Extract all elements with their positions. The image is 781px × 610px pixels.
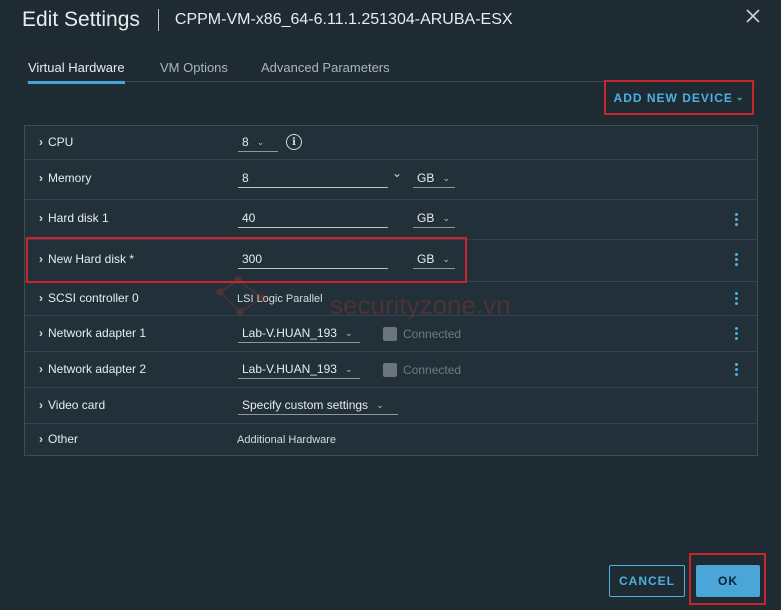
row-toggle-network-adapter-2[interactable]: › Network adapter 2 xyxy=(39,362,146,376)
row-hard-disk-1: › Hard disk 1 40 GB ⌄ xyxy=(25,200,757,240)
network-adapter-2-select[interactable]: Lab-V.HUAN_193 ⌄ xyxy=(238,362,360,379)
network-adapter-2-label: Network adapter 2 xyxy=(48,362,147,376)
tab-bar: Virtual Hardware VM Options Advanced Par… xyxy=(26,58,755,84)
row-toggle-memory[interactable]: › Memory xyxy=(39,171,91,185)
memory-label: Memory xyxy=(48,171,92,185)
new-hard-disk-input[interactable]: 300 xyxy=(238,252,388,269)
new-hard-disk-label: New Hard disk * xyxy=(48,252,135,266)
row-other: › Other Additional Hardware xyxy=(25,424,757,457)
chevron-right-icon: › xyxy=(39,171,43,185)
row-new-hard-disk: › New Hard disk * 300 GB ⌄ xyxy=(25,240,757,282)
add-new-device-button[interactable]: ADD NEW DEVICE ⌄ xyxy=(604,80,754,115)
dialog-header: Edit Settings CPPM-VM-x86_64-6.11.1.2513… xyxy=(22,4,513,36)
chevron-down-icon: ⌄ xyxy=(442,253,450,264)
new-hard-disk-unit-select[interactable]: GB ⌄ xyxy=(413,252,455,269)
more-actions-icon[interactable] xyxy=(735,253,739,267)
video-card-label: Video card xyxy=(48,398,106,412)
memory-unit: GB xyxy=(417,171,435,185)
hard-disk-1-label: Hard disk 1 xyxy=(48,211,109,225)
connected-label: Connected xyxy=(403,327,462,341)
chevron-down-icon: ⌄ xyxy=(256,136,265,147)
chevron-down-icon: ⌄ xyxy=(442,172,450,183)
row-toggle-cpu[interactable]: › CPU xyxy=(39,135,73,149)
row-toggle-video-card[interactable]: › Video card xyxy=(39,398,105,412)
chevron-right-icon: › xyxy=(39,135,43,149)
title-divider xyxy=(157,9,159,31)
row-toggle-other[interactable]: › Other xyxy=(39,432,78,446)
row-memory: › Memory 8 ⌄ GB ⌄ xyxy=(25,160,757,200)
chevron-right-icon: › xyxy=(39,326,43,340)
close-icon[interactable] xyxy=(745,8,761,24)
connected-checkbox[interactable] xyxy=(383,363,397,377)
cpu-label: CPU xyxy=(48,135,74,149)
hard-disk-1-value: 40 xyxy=(242,211,256,225)
virtual-hardware-table: › CPU 8 ⌄ i › Memory 8 ⌄ GB ⌄ › Hard dis… xyxy=(24,125,758,456)
info-icon[interactable]: i xyxy=(286,134,302,150)
memory-dropdown-icon[interactable]: ⌄ xyxy=(392,166,402,180)
more-actions-icon[interactable] xyxy=(735,327,739,341)
ok-label: OK xyxy=(718,574,738,588)
ok-button[interactable]: OK xyxy=(696,565,760,597)
row-toggle-hard-disk-1[interactable]: › Hard disk 1 xyxy=(39,211,109,225)
other-label: Other xyxy=(48,432,79,446)
tab-vm-options[interactable]: VM Options xyxy=(160,60,228,81)
row-scsi-controller: › SCSI controller 0 LSI Logic Parallel xyxy=(25,282,757,316)
memory-value: 8 xyxy=(242,171,249,185)
more-actions-icon[interactable] xyxy=(735,363,739,377)
hard-disk-1-unit-select[interactable]: GB ⌄ xyxy=(413,211,455,228)
row-network-adapter-2: › Network adapter 2 Lab-V.HUAN_193 ⌄ Con… xyxy=(25,352,757,388)
chevron-down-icon: ⌄ xyxy=(442,212,450,223)
more-actions-icon[interactable] xyxy=(735,213,739,227)
network-adapter-1-select[interactable]: Lab-V.HUAN_193 ⌄ xyxy=(238,326,360,343)
other-value: Additional Hardware xyxy=(237,434,337,446)
video-card-value: Specify custom settings xyxy=(242,398,369,412)
scsi-label: SCSI controller 0 xyxy=(48,291,139,305)
chevron-down-icon: ⌄ xyxy=(344,327,353,338)
row-toggle-network-adapter-1[interactable]: › Network adapter 1 xyxy=(39,326,146,340)
chevron-right-icon: › xyxy=(39,432,43,446)
cpu-select[interactable]: 8 ⌄ xyxy=(238,135,278,152)
chevron-right-icon: › xyxy=(39,362,43,376)
memory-input[interactable]: 8 xyxy=(238,171,388,188)
cpu-value: 8 xyxy=(242,135,249,149)
new-hard-disk-value: 300 xyxy=(242,252,263,266)
connected-label: Connected xyxy=(403,363,462,377)
dialog-title: Edit Settings xyxy=(22,8,140,31)
row-cpu: › CPU 8 ⌄ i xyxy=(25,126,757,160)
hard-disk-1-input[interactable]: 40 xyxy=(238,211,388,228)
memory-unit-select[interactable]: GB ⌄ xyxy=(413,171,455,188)
chevron-down-icon: ⌄ xyxy=(344,363,353,374)
chevron-right-icon: › xyxy=(39,211,43,225)
network-adapter-1-label: Network adapter 1 xyxy=(48,326,147,340)
add-new-device-label: ADD NEW DEVICE xyxy=(613,90,733,105)
row-toggle-scsi-controller[interactable]: › SCSI controller 0 xyxy=(39,291,139,305)
network-adapter-2-value: Lab-V.HUAN_193 xyxy=(242,362,337,376)
network-adapter-1-value: Lab-V.HUAN_193 xyxy=(242,326,337,340)
tab-virtual-hardware[interactable]: Virtual Hardware xyxy=(28,60,125,84)
row-toggle-new-hard-disk[interactable]: › New Hard disk * xyxy=(39,252,134,266)
chevron-right-icon: › xyxy=(39,398,43,412)
chevron-down-icon: ⌄ xyxy=(735,92,745,102)
edit-settings-dialog: Edit Settings CPPM-VM-x86_64-6.11.1.2513… xyxy=(0,0,781,610)
tab-advanced-parameters[interactable]: Advanced Parameters xyxy=(261,60,390,81)
cancel-label: CANCEL xyxy=(619,574,675,588)
cancel-button[interactable]: CANCEL xyxy=(609,565,685,597)
video-card-select[interactable]: Specify custom settings ⌄ xyxy=(238,398,398,415)
more-actions-icon[interactable] xyxy=(735,292,739,306)
chevron-right-icon: › xyxy=(39,252,43,266)
chevron-right-icon: › xyxy=(39,291,43,305)
scsi-value: LSI Logic Parallel xyxy=(237,293,323,305)
vm-name: CPPM-VM-x86_64-6.11.1.251304-ARUBA-ESX xyxy=(174,11,513,28)
hard-disk-1-unit: GB xyxy=(417,211,435,225)
row-network-adapter-1: › Network adapter 1 Lab-V.HUAN_193 ⌄ Con… xyxy=(25,316,757,352)
new-hard-disk-unit: GB xyxy=(417,252,435,266)
row-video-card: › Video card Specify custom settings ⌄ xyxy=(25,388,757,424)
chevron-down-icon: ⌄ xyxy=(376,399,384,410)
connected-checkbox[interactable] xyxy=(383,327,397,341)
